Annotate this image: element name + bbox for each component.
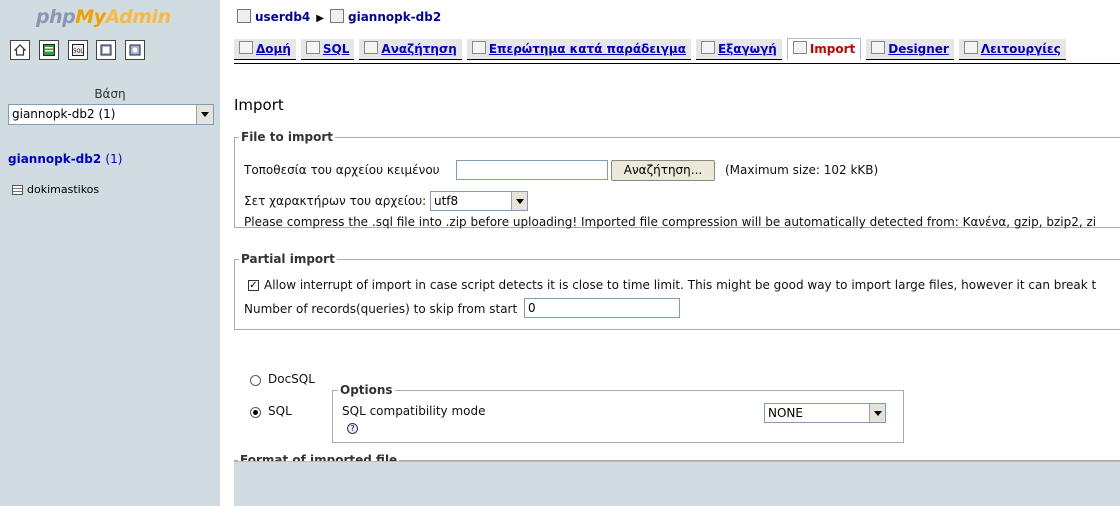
chevron-down-icon[interactable] <box>196 105 213 124</box>
sql-label: SQL <box>268 404 292 418</box>
breadcrumb-separator-icon: ▶ <box>316 13 324 24</box>
skip-records-input[interactable]: 0 <box>524 298 680 318</box>
tab-operations[interactable]: Λειτουργίες <box>958 39 1066 60</box>
query-icon <box>471 41 486 54</box>
help-icon[interactable]: ? <box>347 423 358 434</box>
import-icon <box>792 41 807 54</box>
tab-structure[interactable]: Δομή <box>234 39 296 60</box>
table-count: (1) <box>105 152 123 166</box>
breadcrumb-server[interactable]: userdb4 <box>255 10 310 24</box>
chevron-down-icon[interactable] <box>869 404 885 422</box>
tab-export[interactable]: Εξαγωγή <box>695 39 782 60</box>
skip-records-label: Number of records(queries) to skip from … <box>244 302 518 316</box>
max-size-text: (Maximum size: 102 kKB) <box>725 163 879 177</box>
breadcrumb: userdb4 ▶ giannopk-db2 <box>237 9 441 24</box>
tab-import[interactable]: Import <box>786 38 862 60</box>
nav-table-item[interactable]: dokimastikos <box>12 183 99 196</box>
charset-select-value: utf8 <box>434 194 459 208</box>
sql-radio[interactable] <box>250 407 261 418</box>
tab-search[interactable]: Αναζήτηση <box>359 39 462 60</box>
query-window-icon[interactable] <box>38 40 59 60</box>
tab-designer[interactable]: Designer <box>866 39 954 60</box>
nav-table-label: dokimastikos <box>27 183 100 196</box>
charset-label: Σετ χαρακτήρων του αρχείου: <box>244 194 427 208</box>
compat-mode-label: SQL compatibility mode <box>342 404 486 418</box>
help-icon[interactable] <box>125 40 146 60</box>
charset-select[interactable]: utf8 <box>430 191 528 211</box>
allow-interrupt-label: Allow interrupt of import in case script… <box>264 278 1097 292</box>
server-icon <box>237 9 251 23</box>
allow-interrupt-checkbox[interactable]: ✓ <box>248 280 259 291</box>
sql-icon[interactable]: SQL <box>67 40 88 60</box>
docsql-radio[interactable] <box>250 375 261 386</box>
skip-records-value: 0 <box>528 301 536 315</box>
search-icon <box>364 41 379 54</box>
sql-icon <box>305 41 320 54</box>
compat-mode-select[interactable]: NONE <box>764 403 886 423</box>
chevron-down-icon[interactable] <box>511 192 527 210</box>
file-path-input[interactable] <box>456 160 608 180</box>
phpmyadmin-logo[interactable]: phpMyAdmin <box>36 6 171 28</box>
table-icon <box>12 185 23 195</box>
partial-import-legend: Partial import <box>241 252 335 266</box>
operations-icon <box>963 41 978 54</box>
options-legend: Options <box>338 383 395 397</box>
page-title: Import <box>234 96 284 114</box>
svg-text:SQL: SQL <box>73 48 83 54</box>
database-label: Βάση <box>94 87 126 101</box>
file-location-label: Τοποθεσία του αρχείου κειμένου <box>244 163 440 177</box>
breadcrumb-database[interactable]: giannopk-db2 <box>348 10 441 24</box>
file-to-import-legend: File to import <box>241 130 334 144</box>
compression-note: Please compress the .sql file into .zip … <box>244 215 1097 229</box>
tab-bar: Δομή SQL Αναζήτηση Επερώτημα κατά παράδειγμ… <box>234 38 1071 62</box>
database-icon <box>329 9 344 23</box>
docsql-label: DocSQL <box>268 372 315 386</box>
tab-sql[interactable]: SQL <box>300 39 355 60</box>
tab-underline <box>234 63 1120 64</box>
navigation-frame: phpMyAdmin SQL Βάση giannopk-db2 (1) gia… <box>0 0 220 506</box>
browse-button[interactable]: Αναζήτηση... <box>611 160 715 181</box>
main-frame: userdb4 ▶ giannopk-db2 Δομή SQL Αναζήτηση Επε… <box>220 0 1120 506</box>
nav-icon-row: SQL <box>10 40 150 64</box>
nav-database-link[interactable]: giannopk-db2 (1) <box>8 152 122 166</box>
designer-icon <box>871 41 886 54</box>
database-select-value: giannopk-db2 (1) <box>12 107 116 121</box>
compat-mode-value: NONE <box>768 406 803 420</box>
tab-query[interactable]: Επερώτημα κατά παράδειγμα <box>466 39 691 60</box>
docs-icon[interactable] <box>96 40 117 60</box>
home-icon[interactable] <box>10 40 30 60</box>
submit-bar <box>234 461 1120 506</box>
structure-icon <box>239 41 253 54</box>
export-icon <box>700 41 715 54</box>
database-select[interactable]: giannopk-db2 (1) <box>8 104 214 125</box>
